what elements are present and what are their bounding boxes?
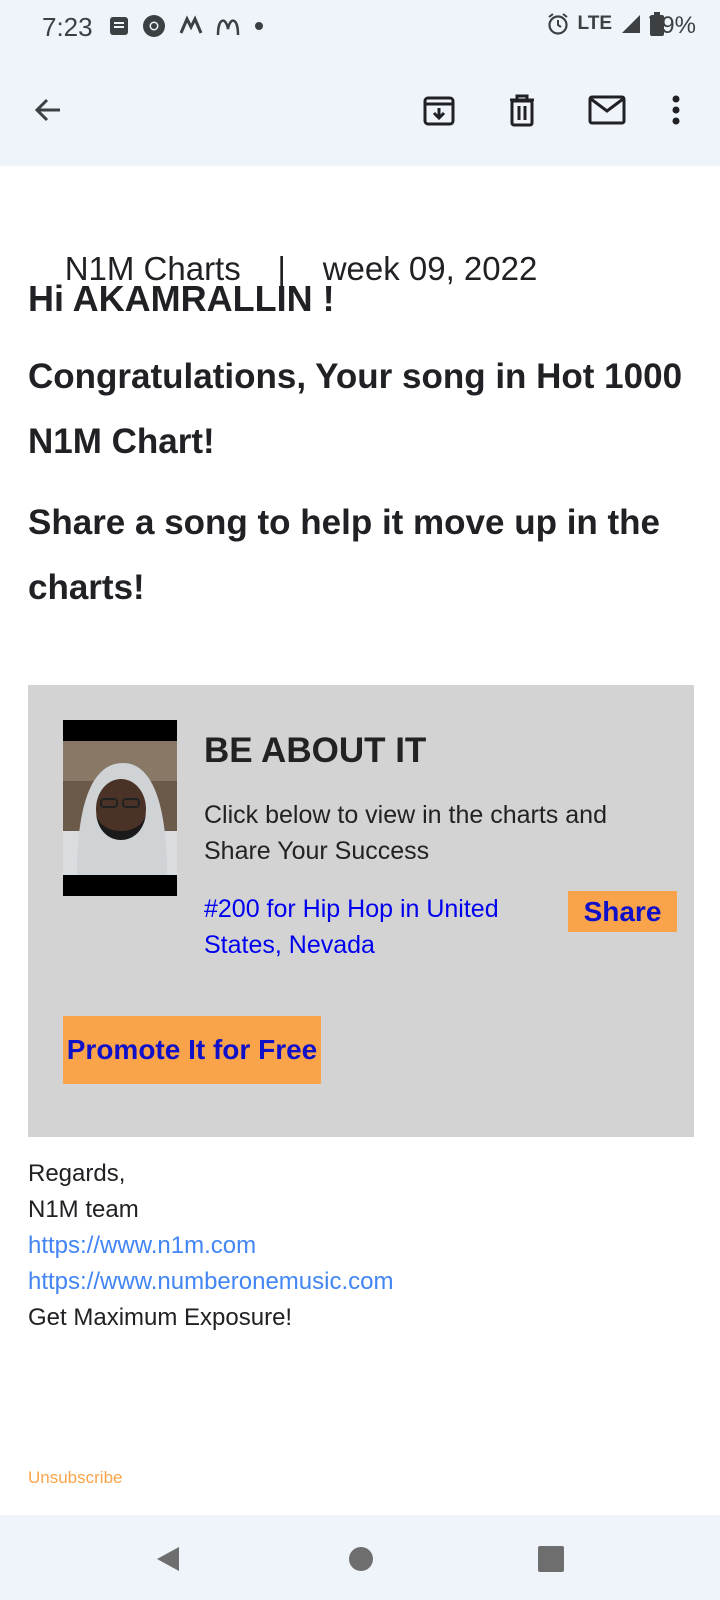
chart-rank-link[interactable]: #200 for Hip Hop in United States, Nevad… (204, 891, 544, 963)
greeting: Hi AKAMRALLIN ! (28, 278, 335, 319)
trash-icon (510, 94, 534, 127)
signature: Regards, N1M team https://www.n1m.com ht… (28, 1156, 393, 1336)
archive-icon (423, 96, 455, 126)
circle-home-icon (349, 1547, 373, 1571)
chrome-icon (143, 15, 165, 37)
square-recents-icon (538, 1546, 564, 1572)
mail-icon (588, 95, 626, 125)
song-title: BE ABOUT IT (204, 731, 427, 770)
notification-icons (108, 14, 266, 38)
regards-text: Regards, (28, 1160, 126, 1187)
status-time: 7:23 (42, 12, 93, 42)
song-card: BE ABOUT IT Click below to view in the c… (28, 685, 694, 1137)
system-icons: LTE (546, 12, 664, 36)
app-bar (0, 56, 720, 166)
more-options-button[interactable] (654, 82, 698, 138)
artist-photo (63, 741, 177, 875)
tagline-text: Get Maximum Exposure! (28, 1304, 293, 1331)
system-nav-bar (0, 1515, 720, 1600)
share-heading: Share a song to help it move up in the c… (28, 503, 661, 607)
email-body: N1M Charts | week 09, 2022 Hi AKAMRALLIN… (0, 166, 720, 1515)
share-button[interactable]: Share (568, 891, 677, 932)
team-text: N1M team (28, 1196, 139, 1223)
network-label: LTE (577, 13, 612, 34)
back-button[interactable] (20, 82, 76, 138)
week-label: week 09, 2022 (322, 250, 538, 287)
numberonemusic-link[interactable]: https://www.numberonemusic.com (28, 1264, 393, 1300)
song-thumbnail[interactable] (63, 720, 177, 896)
app-icon (179, 15, 203, 34)
song-description: Click below to view in the charts and Sh… (204, 801, 607, 865)
arrow-left-icon (34, 98, 60, 122)
nav-recents-button[interactable] (529, 1537, 573, 1581)
signal-icon (622, 15, 640, 33)
unsubscribe-link[interactable]: Unsubscribe (28, 1468, 123, 1488)
promote-button[interactable]: Promote It for Free (63, 1016, 321, 1084)
mcdonalds-icon (216, 19, 240, 36)
triangle-back-icon (157, 1547, 179, 1571)
battery-percent: 79% (647, 12, 696, 39)
nav-home-button[interactable] (339, 1537, 383, 1581)
document-icon (110, 17, 128, 35)
n1m-link[interactable]: https://www.n1m.com (28, 1228, 393, 1264)
dot-icon (255, 22, 263, 30)
alarm-icon (547, 13, 568, 35)
more-vert-icon (672, 95, 680, 125)
congrats-heading: Congratulations, Your song in Hot 1000 N… (28, 357, 683, 461)
status-bar: 7:23 LTE 79% (0, 0, 720, 56)
delete-button[interactable] (494, 82, 550, 138)
archive-button[interactable] (411, 82, 467, 138)
nav-back-button[interactable] (146, 1537, 190, 1581)
mark-unread-button[interactable] (579, 82, 635, 138)
